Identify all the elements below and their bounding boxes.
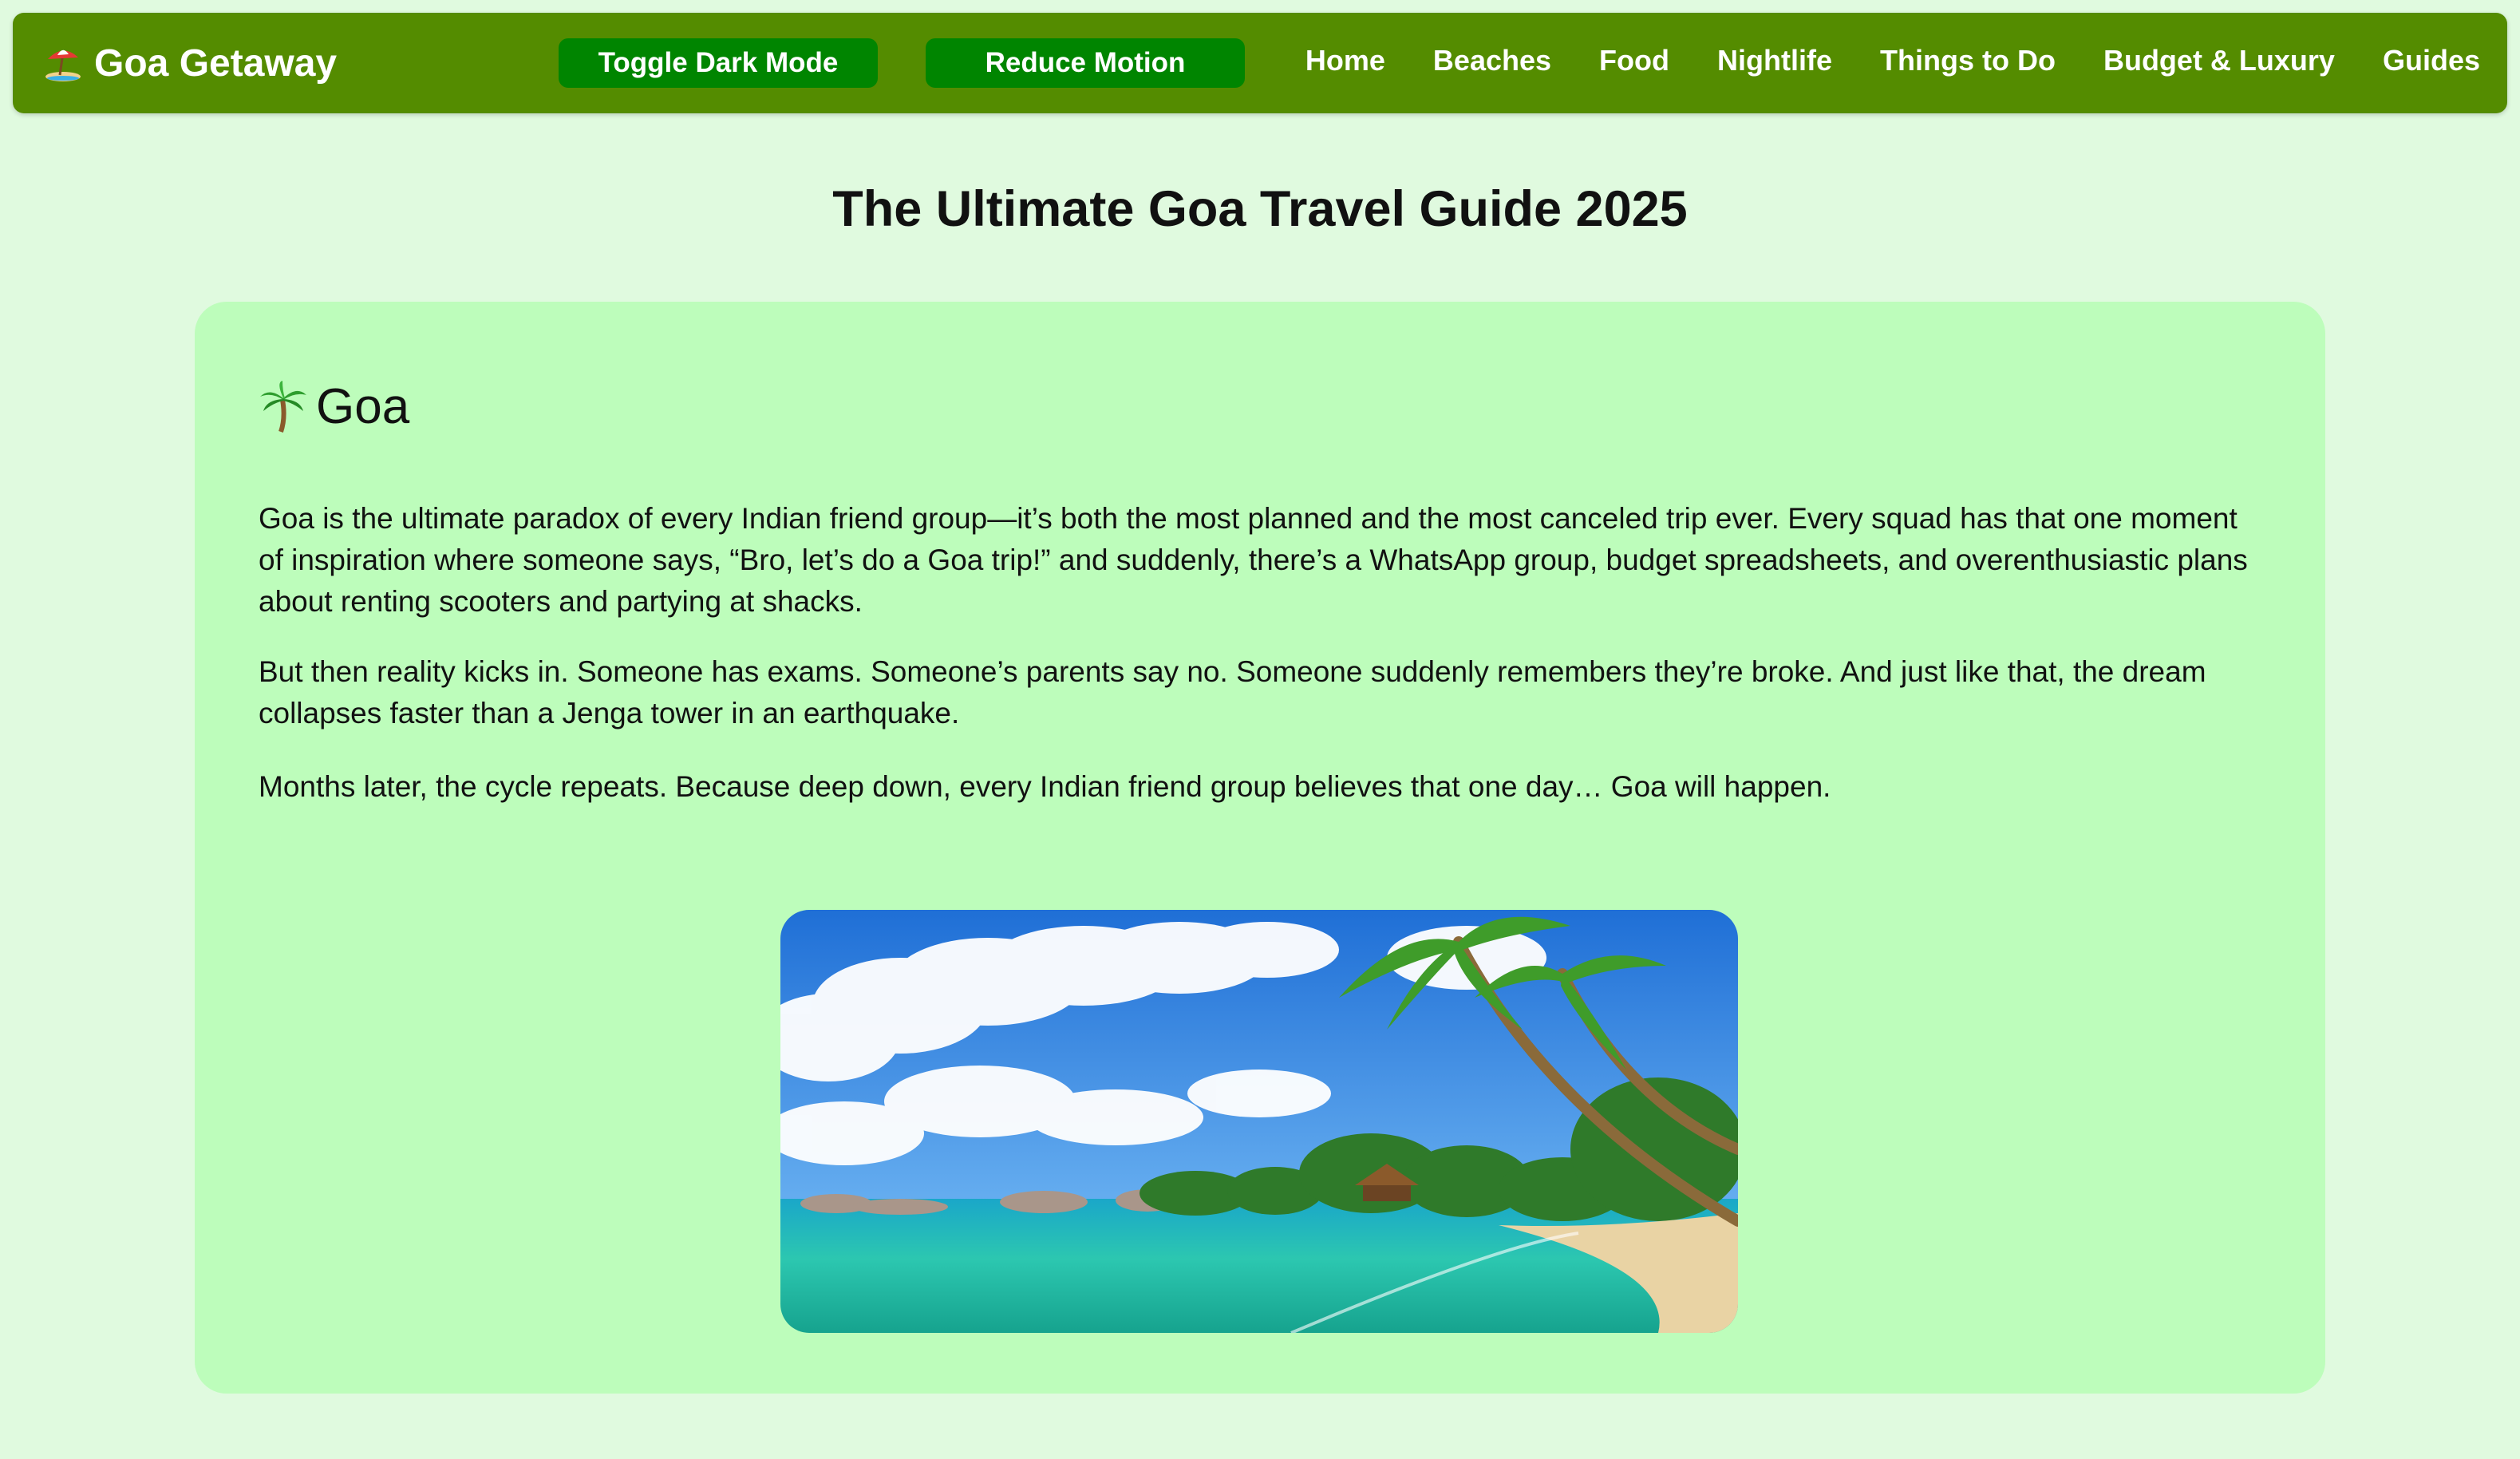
reduce-motion-button[interactable]: Reduce Motion — [926, 38, 1245, 88]
toggle-dark-mode-button[interactable]: Toggle Dark Mode — [559, 38, 878, 88]
nav-link-things-to-do[interactable]: Things to Do — [1880, 44, 2056, 77]
goa-intro-card: Goa Goa is the ultimate paradox of every… — [195, 302, 2325, 1394]
goa-beach-image — [780, 910, 1738, 1333]
nav-links: Home Beaches Food Nightlife Things to Do… — [1305, 37, 2480, 85]
nav-item-budget-luxury: Budget & Luxury — [2103, 44, 2335, 77]
nav-link-nightlife[interactable]: Nightlife — [1717, 44, 1832, 77]
intro-paragraph: Goa is the ultimate paradox of every Ind… — [259, 502, 2248, 618]
nav-link-beaches[interactable]: Beaches — [1433, 44, 1551, 77]
brand-name: Goa Getaway — [94, 42, 338, 85]
cycle-paragraph: Months later, the cycle repeats. Because… — [259, 770, 1831, 803]
page-title: The Ultimate Goa Travel Guide 2025 — [832, 181, 1688, 237]
palm-tree-icon — [259, 380, 308, 433]
nav-item-nightlife: Nightlife — [1717, 44, 1832, 77]
nav-item-food: Food — [1599, 44, 1669, 77]
reality-paragraph: But then reality kicks in. Someone has e… — [259, 655, 2206, 730]
card-heading-text: Goa — [316, 379, 410, 434]
nav-link-home[interactable]: Home — [1305, 44, 1385, 77]
beach-umbrella-icon — [43, 43, 83, 83]
nav-item-guides: Guides — [2383, 44, 2480, 77]
nav-item-things-to-do: Things to Do — [1880, 44, 2056, 77]
nav-link-food[interactable]: Food — [1599, 44, 1669, 77]
card-heading: Goa — [259, 378, 409, 435]
nav-item-home: Home — [1305, 44, 1385, 77]
nav-link-guides[interactable]: Guides — [2383, 44, 2480, 77]
top-navbar: Goa Getaway Toggle Dark Mode Reduce Moti… — [13, 13, 2507, 113]
site-brand[interactable]: Goa Getaway — [43, 37, 337, 89]
nav-item-beaches: Beaches — [1433, 44, 1551, 77]
nav-link-budget-luxury[interactable]: Budget & Luxury — [2103, 44, 2335, 77]
